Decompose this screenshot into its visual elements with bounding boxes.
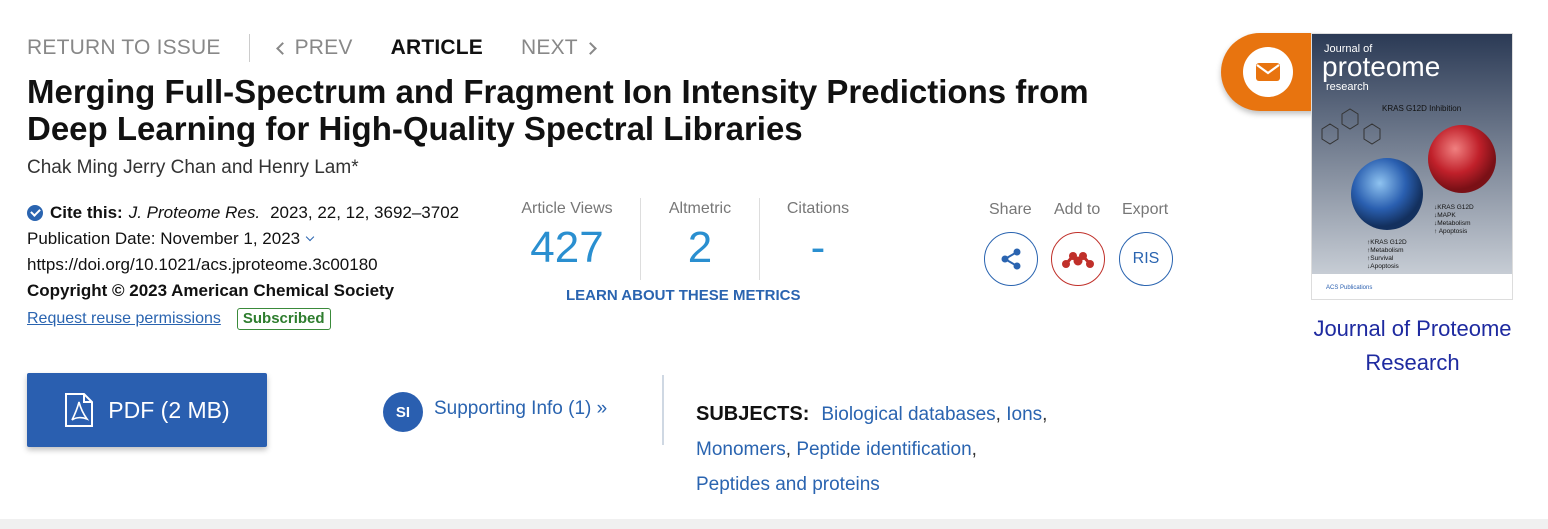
- cover-journal-line3: research: [1326, 81, 1369, 93]
- cite-label: Cite this:: [50, 203, 123, 222]
- export-label: Export: [1122, 201, 1169, 218]
- metric-divider: [759, 198, 760, 280]
- doi-link[interactable]: https://doi.org/10.1021/acs.jproteome.3c…: [27, 252, 459, 278]
- cite-reference: 2023, 22, 12, 3692–3702: [270, 203, 460, 222]
- cover-left-item: ↑Metabolism: [1367, 247, 1403, 254]
- footer-band: [0, 519, 1548, 529]
- cover-left-item: ↑Survival: [1367, 255, 1394, 262]
- metric-citations: Citations -: [780, 200, 856, 272]
- citation-block: Cite this: J. Proteome Res. 2023, 22, 12…: [27, 200, 459, 332]
- return-to-issue-link[interactable]: RETURN TO ISSUE: [27, 36, 221, 60]
- metric-value: -: [810, 223, 826, 272]
- publication-date-text: Publication Date: November 1, 2023: [27, 229, 301, 248]
- subject-link[interactable]: Biological databases: [821, 404, 995, 425]
- email-alerts-button[interactable]: [1221, 33, 1321, 111]
- subjects-label: SUBJECTS:: [696, 403, 810, 425]
- publication-date[interactable]: Publication Date: November 1, 2023: [27, 226, 459, 252]
- subject-link[interactable]: Ions: [1006, 404, 1042, 425]
- subjects-list: SUBJECTS: Biological databases, Ions, Mon…: [696, 403, 1048, 495]
- cover-left-item: ↑KRAS G12D: [1367, 239, 1407, 246]
- export-ris-button[interactable]: RIS: [1119, 232, 1173, 286]
- ris-label: RIS: [1132, 250, 1160, 267]
- cover-right-item: ↓MAPK: [1434, 212, 1456, 219]
- envelope-icon: [1256, 63, 1280, 81]
- section-divider: [662, 375, 664, 445]
- cover-right-item: ↓Metabolism: [1434, 220, 1470, 227]
- pdf-file-icon: [64, 392, 94, 428]
- reuse-permissions-link[interactable]: Request reuse permissions: [27, 306, 221, 332]
- metric-label: Altmetric: [668, 200, 732, 217]
- copyright: Copyright © 2023 American Chemical Socie…: [27, 281, 395, 300]
- add-to-label: Add to: [1054, 201, 1101, 218]
- pdf-download-button[interactable]: PDF (2 MB): [27, 373, 267, 447]
- share-button[interactable]: [984, 232, 1038, 286]
- subscribed-badge: Subscribed: [236, 308, 331, 330]
- cover-heading: KRAS G12D Inhibition: [1382, 104, 1461, 113]
- chevron-down-icon: [305, 232, 315, 242]
- article-authors[interactable]: Chak Ming Jerry Chan and Henry Lam*: [27, 157, 359, 179]
- prev-label: PREV: [294, 36, 353, 59]
- subject-link[interactable]: Peptide identification: [796, 439, 971, 460]
- article-nav: RETURN TO ISSUE PREV ARTICLE NEXT: [27, 34, 597, 62]
- cover-right-item: ↓KRAS G12D: [1434, 204, 1474, 211]
- chevron-right-icon: [583, 41, 597, 55]
- metric-divider: [640, 198, 641, 280]
- pdf-label: PDF (2 MB): [108, 396, 230, 423]
- mail-circle: [1243, 47, 1293, 97]
- check-circle-icon: [27, 205, 43, 221]
- subject-link[interactable]: Peptides and proteins: [696, 474, 880, 495]
- cite-this[interactable]: Cite this: J. Proteome Res. 2023, 22, 12…: [27, 200, 459, 226]
- metric-altmetric[interactable]: Altmetric 2: [660, 200, 740, 272]
- share-label: Share: [989, 201, 1032, 218]
- article-title: Merging Full-Spectrum and Fragment Ion I…: [27, 73, 1089, 147]
- article-tab[interactable]: ARTICLE: [391, 36, 483, 60]
- metric-label: Article Views: [521, 200, 613, 217]
- cover-right-item: ↑ Apoptosis: [1434, 228, 1468, 235]
- journal-link[interactable]: Journal of Proteome Research: [1290, 312, 1535, 380]
- metric-label: Citations: [786, 200, 850, 217]
- cite-journal: J. Proteome Res.: [128, 203, 261, 222]
- metric-value: 2: [687, 223, 713, 272]
- journal-cover[interactable]: Journal of proteome research KRAS G12D I…: [1311, 33, 1513, 300]
- next-link[interactable]: NEXT: [521, 36, 597, 60]
- subject-link[interactable]: Monomers: [696, 439, 786, 460]
- metric-article-views: Article Views 427: [518, 200, 616, 272]
- metric-value: 427: [530, 223, 604, 272]
- si-icon[interactable]: SI: [383, 392, 423, 432]
- chevron-left-icon: [275, 41, 289, 55]
- cover-artwork: Journal of proteome research KRAS G12D I…: [1312, 34, 1512, 299]
- share-icon: [1001, 248, 1021, 270]
- cover-left-item: ↓Apoptosis: [1367, 263, 1400, 270]
- supporting-info-link[interactable]: Supporting Info (1) »: [434, 398, 607, 420]
- cover-publisher: ACS Publications: [1326, 285, 1372, 291]
- learn-metrics-link[interactable]: LEARN ABOUT THESE METRICS: [566, 287, 800, 304]
- mendeley-icon: [1062, 252, 1094, 268]
- nav-divider: [248, 34, 250, 62]
- next-label: NEXT: [521, 36, 578, 59]
- cover-journal-line2: proteome: [1322, 51, 1440, 82]
- add-to-mendeley-button[interactable]: [1051, 232, 1105, 286]
- prev-link[interactable]: PREV: [275, 36, 353, 60]
